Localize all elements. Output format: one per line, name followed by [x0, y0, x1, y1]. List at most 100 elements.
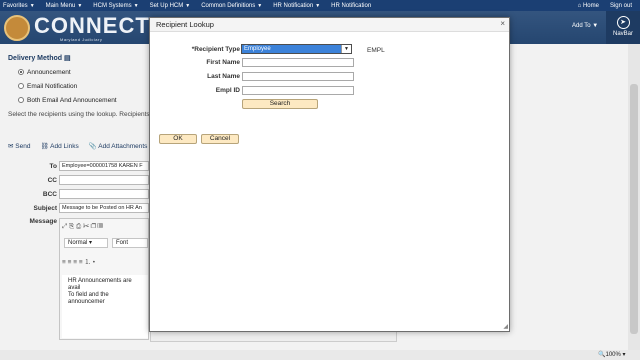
bcc-field[interactable] [59, 189, 149, 199]
to-field[interactable]: Employee=000001758 KAREN F [59, 161, 149, 171]
chevron-down-icon: ▼ [29, 2, 35, 9]
close-icon[interactable]: × [500, 19, 505, 28]
zoom-value: 100% [605, 352, 621, 358]
home-link[interactable]: ⌂ Home [575, 3, 607, 9]
chevron-down-icon: ▼ [185, 2, 191, 9]
main-menu[interactable]: Main Menu ▼ [43, 3, 91, 9]
subject-field[interactable]: Message to be Posted on HR An [59, 203, 149, 213]
scrollbar-thumb[interactable] [630, 84, 638, 334]
bullet-list-icon[interactable]: • [93, 259, 95, 266]
announcement-label: Announcement [27, 69, 71, 76]
justify-icon[interactable]: ≡ [79, 259, 83, 266]
attachment-icon: 📎 [88, 143, 97, 150]
announcement-radio[interactable]: Announcement [18, 69, 71, 76]
empl-id-label: Empl ID [215, 87, 240, 94]
cancel-button[interactable]: Cancel [201, 134, 239, 144]
editor-body[interactable]: HR Announcements are avail To field and t… [62, 275, 148, 338]
resize-handle-icon[interactable]: ◢ [503, 323, 508, 330]
body-line-2: To field and the announcemer [68, 292, 109, 305]
first-name-input[interactable] [242, 58, 354, 67]
add-links-link[interactable]: ⛓ Add Links [40, 142, 78, 150]
email-notification-label: Email Notification [27, 83, 78, 90]
recipient-type-select[interactable]: Employee ▼ [241, 44, 352, 54]
radio-icon [18, 97, 24, 104]
add-attachments-link[interactable]: 📎 Add Attachments [89, 142, 148, 150]
chevron-down-icon: ▼ [133, 2, 139, 9]
favorites-label: Favorites [3, 2, 28, 9]
empl-id-input[interactable] [242, 86, 354, 95]
link-icon: ⛓ [40, 143, 49, 150]
radio-selected-icon [18, 69, 24, 76]
instructions-text: Select the recipients using the lookup. … [8, 111, 159, 118]
navbar-button[interactable]: ➤ NavBar [606, 11, 640, 44]
hr-notification-breadcrumb[interactable]: HR Notification [328, 3, 379, 9]
align-center-icon[interactable]: ≡ [68, 259, 72, 266]
help-icon[interactable]: ▤ [64, 55, 71, 62]
align-right-icon[interactable]: ≡ [73, 259, 77, 266]
hr-notification-menu[interactable]: HR Notification ▼ [270, 3, 328, 9]
to-label: To [49, 163, 57, 170]
common-definitions-menu[interactable]: Common Definitions ▼ [198, 3, 270, 9]
print-icon[interactable]: ⎙ [76, 223, 81, 230]
cut-icon[interactable]: ✂ [83, 223, 89, 230]
sign-out-label: Sign out [609, 2, 632, 9]
format-select[interactable]: Normal ▾ [64, 238, 108, 248]
add-to-label: Add To [572, 23, 591, 29]
last-name-input[interactable] [242, 72, 354, 81]
search-button[interactable]: Search [242, 99, 318, 109]
radio-icon [18, 83, 24, 90]
connect-logo: CONNECT [34, 13, 150, 38]
main-menu-label: Main Menu [45, 2, 76, 9]
format-value: Normal [68, 240, 88, 246]
send-link[interactable]: ✉ Send [8, 142, 30, 150]
align-left-icon[interactable]: ≡ [62, 259, 66, 266]
add-to-menu[interactable]: Add To ▼ [572, 23, 598, 29]
both-radio[interactable]: Both Email And Announcement [18, 97, 117, 104]
hcm-systems-label: HCM Systems [93, 2, 132, 9]
dialog-title-bar: Recipient Lookup [150, 18, 509, 32]
paste-icon[interactable]: ▥ [98, 223, 103, 230]
navbar-label: NavBar [612, 31, 633, 37]
dialog-title: Recipient Lookup [156, 20, 214, 29]
last-name-label: Last Name [207, 73, 240, 80]
font-select[interactable]: Font [112, 238, 148, 248]
seal-logo [4, 15, 30, 41]
numbered-list-icon[interactable]: ⒈ [84, 259, 91, 266]
chevron-down-icon: ▾ [622, 352, 626, 358]
body-line-1: HR Announcements are avail [68, 278, 132, 291]
add-attachments-label: Add Attachments [98, 143, 148, 150]
message-label: Message [29, 218, 57, 225]
chevron-down-icon: ▼ [77, 2, 83, 9]
send-icon: ✉ [8, 143, 14, 150]
preview-icon[interactable]: ⎘ [69, 223, 74, 230]
top-navigation-bar: Favorites ▼ Main Menu ▼ HCM Systems ▼ Set U… [0, 0, 640, 11]
chevron-down-icon: ▾ [89, 240, 93, 246]
hr-notification-label: HR Notification [273, 2, 314, 9]
status-bar: 🔍100% ▾ [0, 350, 640, 360]
recipient-lookup-dialog: Recipient Lookup × *Recipient Type Emplo… [149, 17, 510, 332]
setup-hcm-menu[interactable]: Set Up HCM ▼ [147, 3, 199, 9]
page-scrollbar[interactable] [628, 44, 640, 350]
hcm-systems-menu[interactable]: HCM Systems ▼ [90, 3, 146, 9]
recipient-type-code: EMPL [367, 47, 385, 54]
zoom-control[interactable]: 🔍100% ▾ [598, 351, 626, 358]
cc-field[interactable] [59, 175, 149, 185]
message-toolbar: ✉ Send ⛓ Add Links 📎 Add Attachments [8, 140, 158, 152]
sign-out-link[interactable]: Sign out [607, 3, 640, 9]
ok-button[interactable]: OK [159, 134, 197, 144]
email-notification-radio[interactable]: Email Notification [18, 83, 77, 90]
add-links-label: Add Links [50, 143, 79, 150]
compass-icon: ➤ [616, 16, 630, 29]
chevron-down-icon: ▼ [257, 2, 263, 9]
hr-notification-page-label: HR Notification [331, 2, 372, 9]
bcc-label: BCC [42, 191, 57, 198]
setup-hcm-label: Set Up HCM [149, 2, 184, 9]
chevron-down-icon: ▼ [315, 2, 321, 9]
cc-label: CC [47, 177, 57, 184]
copy-icon[interactable]: ❐ [91, 223, 96, 230]
maximize-icon[interactable]: ⤢ [62, 223, 67, 230]
home-label: Home [582, 2, 599, 9]
editor-toolbar-row1: ⤢ ⎘ ⎙ ✂ ❐ ▥ [62, 223, 103, 235]
subject-label: Subject [33, 205, 57, 212]
favorites-menu[interactable]: Favorites ▼ [0, 3, 43, 9]
